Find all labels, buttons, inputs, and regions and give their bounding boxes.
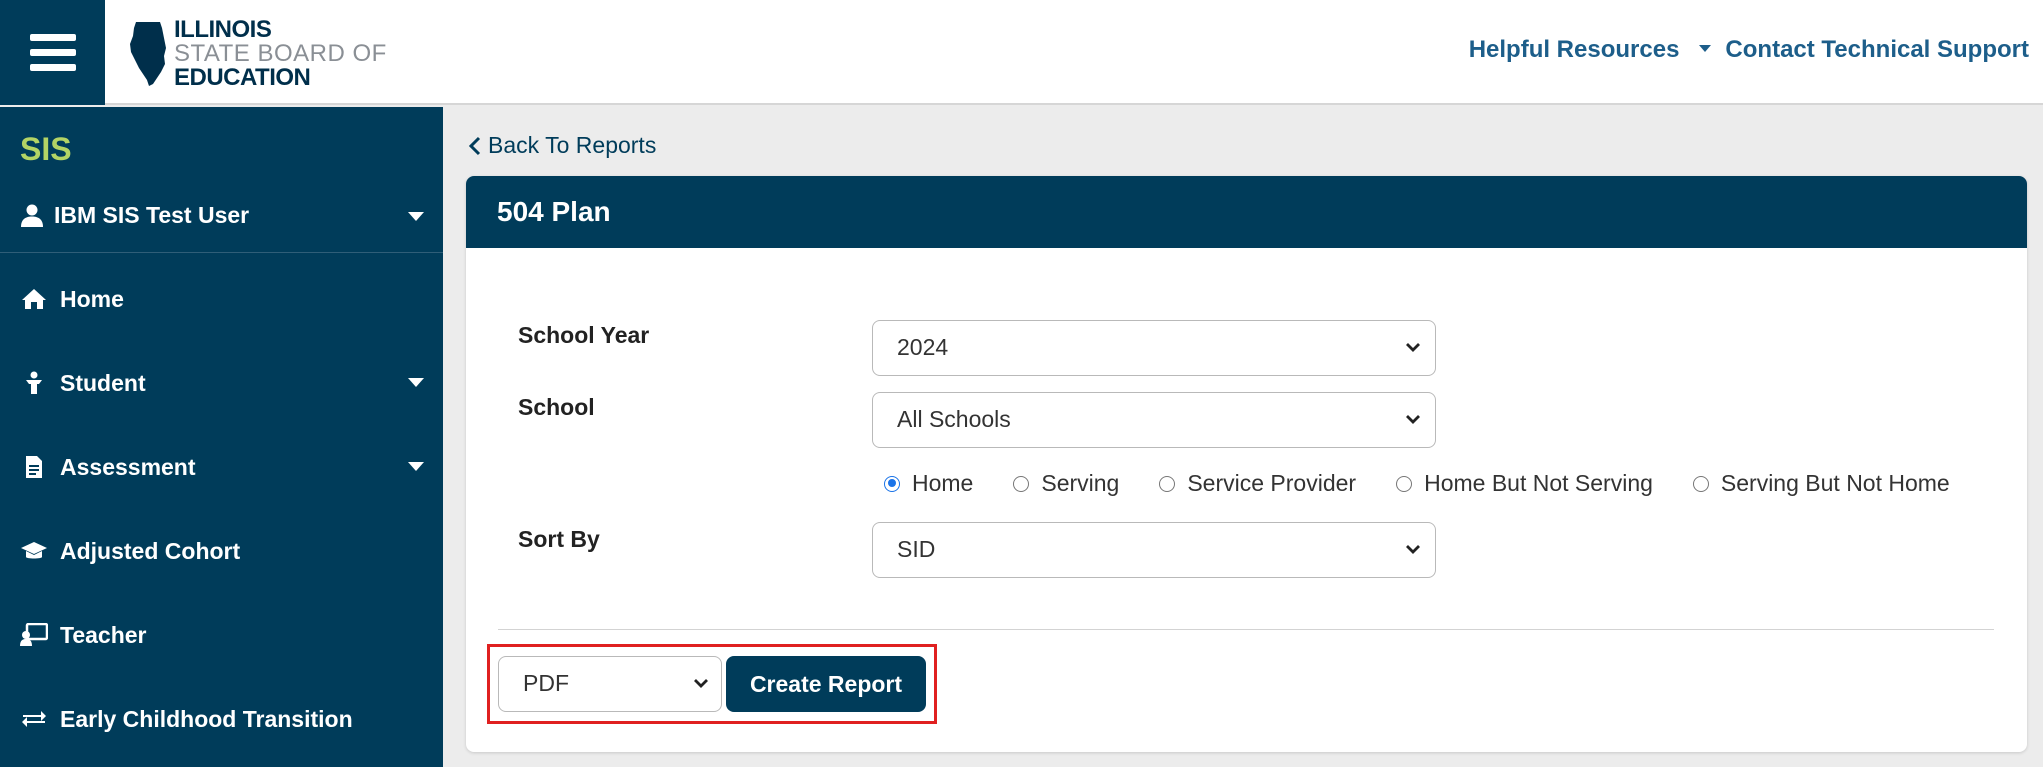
- sort-by-select[interactable]: SID: [872, 522, 1436, 578]
- radio-service-provider[interactable]: Service Provider: [1159, 470, 1356, 497]
- sidebar-item-label: Early Childhood Transition: [60, 705, 353, 732]
- radio-label: Service Provider: [1187, 470, 1357, 496]
- school-year-label: School Year: [518, 322, 650, 348]
- sidebar-item-label: Assessment: [60, 453, 196, 480]
- radio-serving[interactable]: Serving: [1013, 470, 1119, 497]
- radio-serving-but-not-home[interactable]: Serving But Not Home: [1692, 470, 1950, 497]
- chevron-down-icon: [694, 679, 708, 688]
- radio-dot[interactable]: [1692, 475, 1709, 492]
- graduation-cap-icon: [20, 538, 48, 564]
- chevron-left-icon: [468, 136, 481, 155]
- radio-home-but-not-serving[interactable]: Home But Not Serving: [1396, 470, 1653, 497]
- chevron-down-icon: [1406, 545, 1420, 554]
- user-icon: [21, 204, 43, 227]
- radio-label: Serving But Not Home: [1720, 470, 1950, 496]
- sort-by-label: Sort By: [518, 526, 600, 552]
- radio-dot[interactable]: [1159, 475, 1176, 492]
- logo-line-3: EDUCATION: [174, 64, 311, 91]
- student-icon: [20, 370, 48, 396]
- sidebar-divider: [0, 252, 443, 253]
- top-links: Helpful Resources Contact Technical Supp…: [1469, 36, 2029, 64]
- back-to-reports-link[interactable]: Back To Reports: [468, 132, 656, 159]
- sidebar-item-early-childhood-transition[interactable]: Early Childhood Transition: [20, 699, 424, 739]
- radio-dot[interactable]: [884, 475, 900, 492]
- chalkboard-teacher-icon: [20, 622, 48, 648]
- radio-label: Home But Not Serving: [1424, 470, 1653, 496]
- sidebar: SIS IBM SIS Test User Home Student Asses…: [0, 107, 443, 767]
- top-header: ILLINOIS STATE BOARD OF EDUCATION Helpfu…: [0, 0, 2043, 105]
- card-title: 504 Plan: [466, 176, 2027, 248]
- hamburger-bar: [29, 34, 76, 41]
- caret-down-icon[interactable]: [1699, 44, 1712, 52]
- document-icon: [20, 454, 48, 480]
- sidebar-item-label: Student: [60, 369, 146, 396]
- school-value: All Schools: [897, 406, 1011, 432]
- radio-home[interactable]: Home: [884, 470, 973, 497]
- card-divider: [498, 629, 1994, 630]
- radio-dot[interactable]: [1396, 475, 1413, 492]
- logo-text: ILLINOIS STATE BOARD OF EDUCATION: [174, 18, 387, 90]
- radio-label: Serving: [1041, 470, 1120, 496]
- school-label: School: [518, 394, 595, 420]
- user-menu[interactable]: IBM SIS Test User: [20, 197, 424, 233]
- contact-support-link[interactable]: Contact Technical Support: [1725, 36, 2029, 64]
- isbe-logo[interactable]: ILLINOIS STATE BOARD OF EDUCATION: [130, 18, 387, 90]
- home-icon: [20, 286, 48, 312]
- back-link-label: Back To Reports: [488, 132, 657, 158]
- school-select[interactable]: All Schools: [872, 392, 1436, 448]
- radio-dot[interactable]: [1013, 475, 1030, 492]
- output-format-select[interactable]: PDF: [498, 656, 722, 712]
- sidebar-item-label: Adjusted Cohort: [60, 537, 241, 564]
- sidebar-item-home[interactable]: Home: [20, 279, 424, 319]
- school-year-value: 2024: [897, 334, 949, 360]
- caret-down-icon: [408, 212, 424, 221]
- logo-line-1: ILLINOIS: [174, 16, 272, 43]
- chevron-down-icon: [1406, 343, 1420, 352]
- sidebar-item-student[interactable]: Student: [20, 363, 424, 403]
- caret-down-icon: [408, 462, 424, 471]
- hamburger-bar: [29, 49, 76, 56]
- sort-by-value: SID: [897, 536, 936, 562]
- output-format-value: PDF: [523, 670, 569, 696]
- create-report-button[interactable]: Create Report: [726, 656, 926, 712]
- exchange-arrows-icon: [20, 706, 48, 732]
- helpful-resources-link[interactable]: Helpful Resources: [1469, 36, 1680, 64]
- school-type-radio-group: Home Serving Service Provider Home But N…: [884, 470, 1990, 497]
- hamburger-menu-icon[interactable]: [0, 0, 105, 105]
- caret-down-icon: [408, 378, 424, 387]
- illinois-state-icon: [130, 22, 166, 86]
- chevron-down-icon: [1406, 415, 1420, 424]
- sidebar-item-assessment[interactable]: Assessment: [20, 447, 424, 487]
- report-card: 504 Plan School Year 2024 School All Sch…: [466, 176, 2027, 752]
- sidebar-item-label: Home: [60, 285, 124, 312]
- logo-line-2: STATE BOARD OF: [174, 40, 387, 67]
- radio-label: Home: [912, 470, 974, 496]
- sidebar-item-label: Teacher: [60, 621, 147, 648]
- hamburger-bar: [29, 64, 76, 71]
- sidebar-item-adjusted-cohort[interactable]: Adjusted Cohort: [20, 531, 424, 571]
- sidebar-item-teacher[interactable]: Teacher: [20, 615, 424, 655]
- user-name: IBM SIS Test User: [54, 201, 250, 228]
- app-title: SIS: [20, 131, 72, 167]
- school-year-select[interactable]: 2024: [872, 320, 1436, 376]
